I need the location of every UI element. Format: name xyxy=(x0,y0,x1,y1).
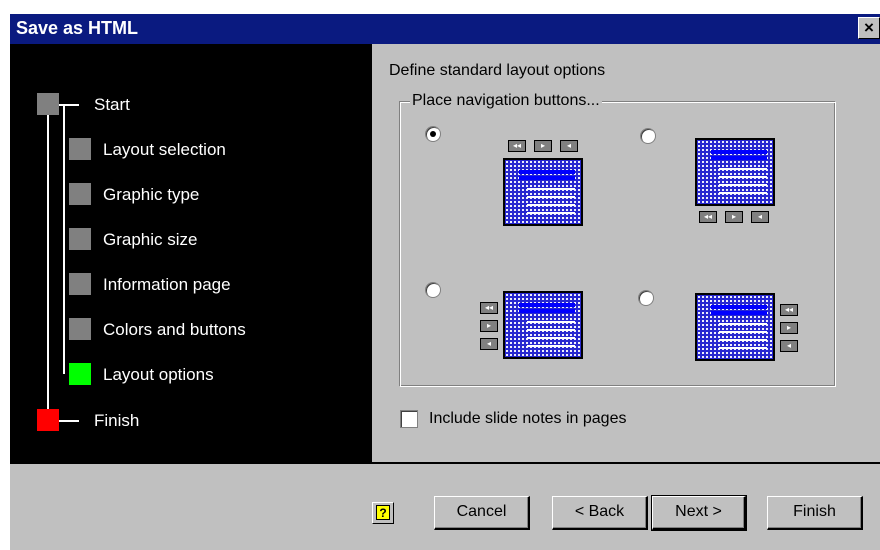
step-marker-graphic-type xyxy=(69,183,91,205)
mini-prev-icon: ◂ xyxy=(780,340,798,352)
mini-first-icon: ◂◂ xyxy=(780,304,798,316)
step-label-start: Start xyxy=(94,95,130,114)
step-marker-start xyxy=(37,93,59,115)
cancel-button[interactable]: Cancel xyxy=(434,496,530,530)
page-heading: Define standard layout options xyxy=(389,62,606,79)
radio-buttons-top[interactable] xyxy=(425,126,441,142)
layout-preview-bottom[interactable] xyxy=(695,138,775,206)
tree-outer-line xyxy=(47,104,49,422)
layout-preview-top[interactable] xyxy=(503,158,583,226)
help-icon: ? xyxy=(376,505,390,520)
mini-next-icon: ▸ xyxy=(480,320,498,332)
mini-first-icon: ◂◂ xyxy=(480,302,498,314)
mini-next-icon: ▸ xyxy=(780,322,798,334)
back-button[interactable]: < Back xyxy=(552,496,648,530)
next-button[interactable]: Next > xyxy=(651,495,747,531)
include-notes-label[interactable]: Include slide notes in pages xyxy=(429,410,626,428)
step-label-colors-and-buttons: Colors and buttons xyxy=(103,320,246,339)
step-marker-colors-and-buttons xyxy=(69,318,91,340)
tree-inner-line xyxy=(63,104,65,374)
mini-prev-icon: ◂ xyxy=(560,140,578,152)
step-marker-layout-selection xyxy=(69,138,91,160)
radio-buttons-right[interactable] xyxy=(638,290,654,306)
layout-preview-right[interactable] xyxy=(695,293,775,361)
mini-first-icon: ◂◂ xyxy=(699,211,717,223)
help-button[interactable]: ? xyxy=(372,502,394,524)
step-marker-finish xyxy=(37,409,59,431)
step-marker-graphic-size xyxy=(69,228,91,250)
close-button[interactable]: × xyxy=(858,17,880,39)
step-label-graphic-type: Graphic type xyxy=(103,185,200,204)
step-marker-layout-options xyxy=(69,363,91,385)
layout-preview-left[interactable] xyxy=(503,291,583,359)
radio-buttons-left[interactable] xyxy=(425,282,441,298)
step-label-finish: Finish xyxy=(94,411,140,430)
radio-buttons-bottom[interactable] xyxy=(640,128,656,144)
step-label-layout-options: Layout options xyxy=(103,365,214,384)
step-label-information-page: Information page xyxy=(103,275,231,294)
window-title: Save as HTML xyxy=(16,18,139,38)
groupbox-label: Place navigation buttons... xyxy=(410,92,602,110)
mini-prev-icon: ◂ xyxy=(480,338,498,350)
title-bar: Save as HTML × xyxy=(10,14,880,44)
step-label-layout-selection: Layout selection xyxy=(103,140,226,159)
step-marker-information-page xyxy=(69,273,91,295)
finish-button[interactable]: Finish xyxy=(767,496,863,530)
mini-first-icon: ◂◂ xyxy=(508,140,526,152)
include-notes-checkbox[interactable] xyxy=(400,410,418,428)
mini-next-icon: ▸ xyxy=(534,140,552,152)
mini-next-icon: ▸ xyxy=(725,211,743,223)
step-label-graphic-size: Graphic size xyxy=(103,230,198,249)
mini-prev-icon: ◂ xyxy=(751,211,769,223)
radio-dot xyxy=(430,131,436,137)
